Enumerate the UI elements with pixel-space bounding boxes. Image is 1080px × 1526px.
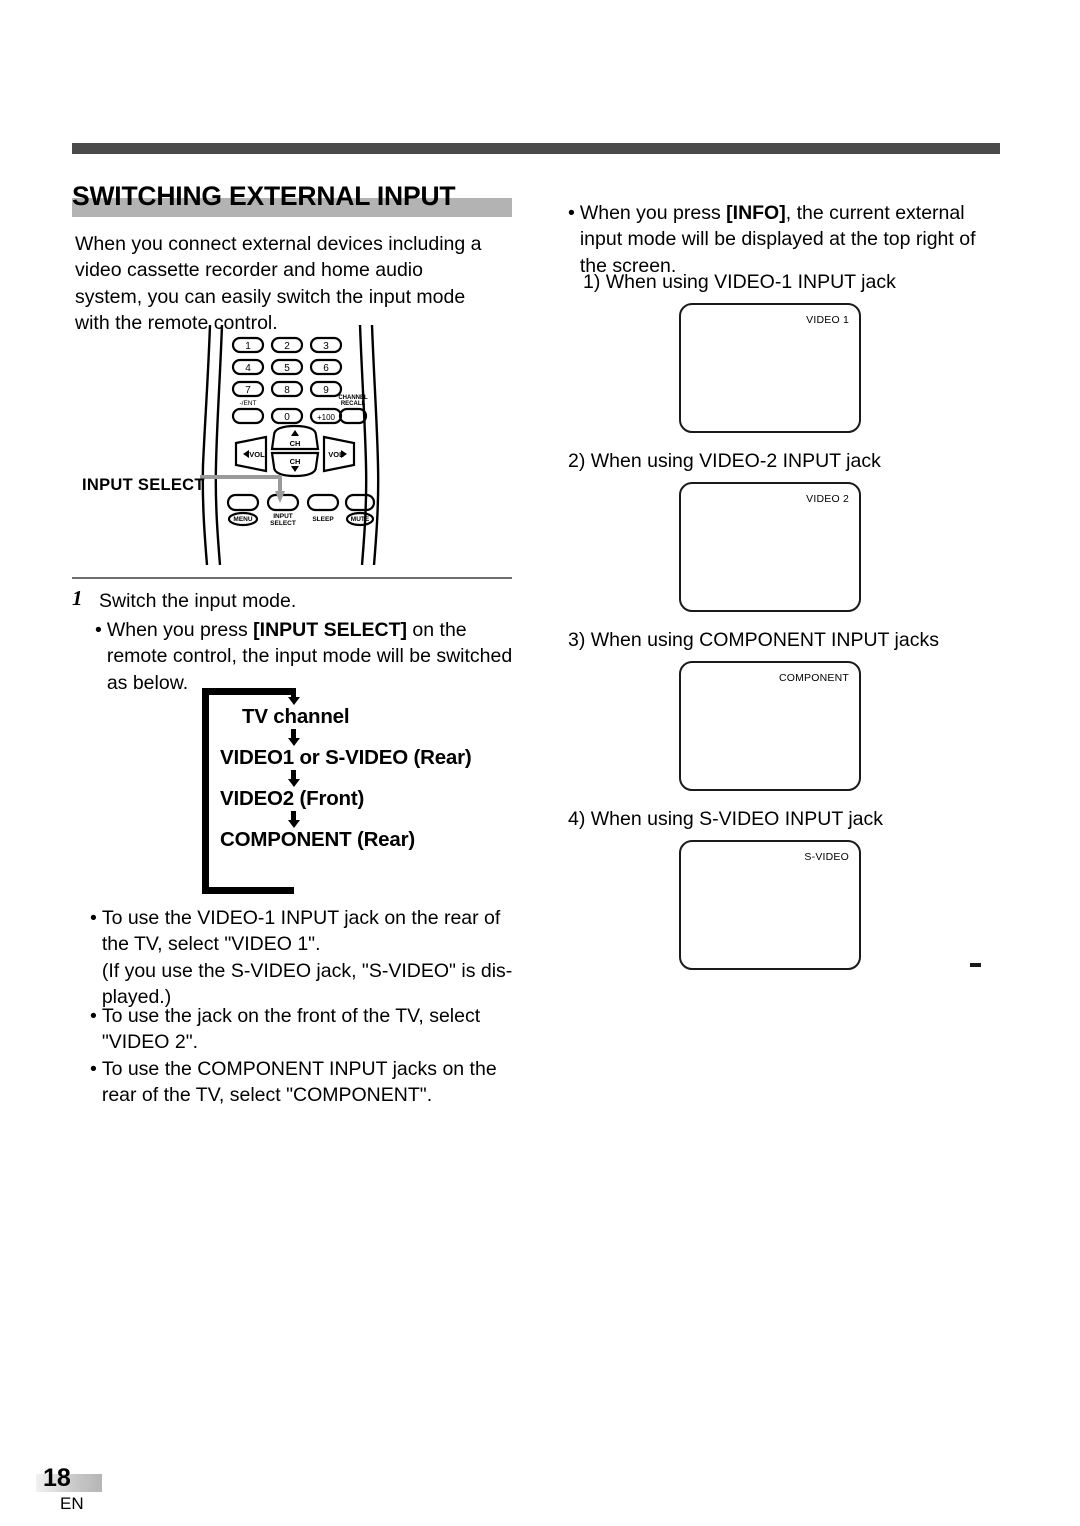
- bullet-dot-icon: •: [90, 1005, 97, 1027]
- svg-text:INPUT: INPUT: [273, 513, 293, 520]
- page-title: SWITCHING EXTERNAL INPUT: [72, 183, 512, 217]
- bullet-prefix: When you press: [106, 619, 254, 641]
- tv-screen-video2-label: VIDEO 2: [806, 493, 849, 505]
- flow-arrow-down-icon: [220, 811, 512, 828]
- bullet-dot-icon: •: [90, 1058, 97, 1080]
- tv-screen-svideo: S-VIDEO: [679, 840, 861, 970]
- input-select-callout-label: INPUT SELECT: [82, 476, 205, 494]
- svg-text:VOL: VOL: [249, 450, 265, 459]
- bullet-dot-icon: •: [568, 202, 575, 224]
- bullet-video1: • To use the VIDEO-1 INPUT jack on the r…: [90, 905, 515, 1011]
- flow-item-video1: VIDEO1 or S-VIDEO (Rear): [220, 746, 472, 769]
- svg-text:-/ENT: -/ENT: [240, 400, 257, 407]
- bullet-component: • To use the COMPONENT INPUT jacks on th…: [90, 1056, 515, 1109]
- step-1-title: Switch the input mode.: [99, 590, 297, 612]
- svg-text:CH: CH: [290, 457, 301, 466]
- section-divider: [72, 577, 512, 579]
- svg-text:+100: +100: [317, 413, 336, 422]
- bullet-component-text: To use the COMPONENT INPUT jacks on the …: [101, 1058, 497, 1107]
- svg-text:6: 6: [323, 363, 329, 374]
- tv-screen-video2: VIDEO 2: [679, 482, 861, 612]
- svg-text:7: 7: [245, 385, 251, 396]
- bullet-dot-icon: •: [95, 619, 102, 641]
- step-1-number: 1: [72, 586, 83, 610]
- svg-text:VOL: VOL: [328, 450, 344, 459]
- svg-text:SELECT: SELECT: [270, 520, 296, 527]
- svg-text:MUTE: MUTE: [351, 516, 370, 523]
- flow-arrow-down-icon: [220, 770, 512, 787]
- bullet-info: • When you press [INFO], the current ext…: [568, 200, 988, 279]
- tv-screen-component: COMPONENT: [679, 661, 861, 791]
- tv-screen-svideo-label: S-VIDEO: [804, 851, 849, 863]
- bullet-dot-icon: •: [90, 907, 97, 929]
- flow-items: TV channel VIDEO1 or S-VIDEO (Rear) VIDE…: [220, 688, 512, 852]
- right-item-3-label: 3) When using COMPONENT INPUT jacks: [568, 629, 939, 651]
- bullet-video1-note: (If you use the S-VIDEO jack, "S-VIDEO" …: [101, 959, 513, 982]
- svg-text:9: 9: [323, 385, 329, 396]
- svg-text:5: 5: [284, 363, 290, 374]
- bullet-info-text: When you press [INFO], the current exter…: [580, 200, 988, 279]
- bullet-video2-text: To use the jack on the front of the TV, …: [101, 1005, 481, 1054]
- page-language-code: EN: [60, 1494, 84, 1513]
- page-number: 18: [43, 1464, 71, 1492]
- header-rule: [72, 143, 1000, 154]
- svg-text:0: 0: [284, 412, 290, 423]
- bullet-video1-line1: To use the VIDEO-1 INPUT jack on the rea…: [101, 907, 501, 956]
- svg-text:1: 1: [245, 341, 251, 352]
- tv-screen-component-label: COMPONENT: [778, 672, 849, 684]
- step-1-bullet: • When you press [INPUT SELECT] on the r…: [95, 617, 515, 696]
- svg-text:MENU: MENU: [233, 516, 252, 523]
- bullet-bold-key: [INPUT SELECT]: [253, 619, 407, 641]
- page-title-text: SWITCHING EXTERNAL INPUT: [72, 181, 456, 211]
- bullet-video2: • To use the jack on the front of the TV…: [90, 1003, 515, 1056]
- step-1-bullet-text: When you press [INPUT SELECT] on the rem…: [107, 617, 515, 696]
- svg-text:CH: CH: [290, 439, 301, 448]
- info-bold-key: [INFO]: [726, 202, 786, 224]
- svg-text:8: 8: [284, 385, 290, 396]
- svg-text:4: 4: [245, 363, 251, 374]
- info-prefix: When you press: [579, 202, 727, 224]
- flow-arrow-down-icon: [220, 688, 512, 705]
- right-item-1-label: 1) When using VIDEO-1 INPUT jack: [583, 271, 896, 293]
- intro-paragraph: When you connect external devices includ…: [75, 233, 482, 335]
- remote-control-illustration: 123 456 789 0 +100 -/ENT CHANNEL RECALL …: [200, 325, 390, 565]
- bullet-video1-text: To use the VIDEO-1 INPUT jack on the rea…: [102, 905, 515, 1011]
- tv-screen-video1: VIDEO 1: [679, 303, 861, 433]
- svg-text:SLEEP: SLEEP: [312, 516, 334, 523]
- right-item-4-label: 4) When using S-VIDEO INPUT jack: [568, 808, 883, 830]
- svg-text:2: 2: [284, 341, 290, 352]
- flow-item-component: COMPONENT (Rear): [220, 828, 415, 851]
- flow-arrow-down-icon: [220, 729, 512, 746]
- stray-dash-mark: [970, 963, 981, 967]
- right-item-2-label: 2) When using VIDEO-2 INPUT jack: [568, 450, 881, 472]
- svg-text:3: 3: [323, 341, 329, 352]
- flow-item-tv-channel: TV channel: [242, 705, 350, 728]
- svg-text:RECALL: RECALL: [341, 401, 366, 407]
- tv-screen-video1-label: VIDEO 1: [806, 314, 849, 326]
- flow-item-video2: VIDEO2 (Front): [220, 787, 365, 810]
- input-mode-flow-diagram: TV channel VIDEO1 or S-VIDEO (Rear) VIDE…: [202, 688, 512, 894]
